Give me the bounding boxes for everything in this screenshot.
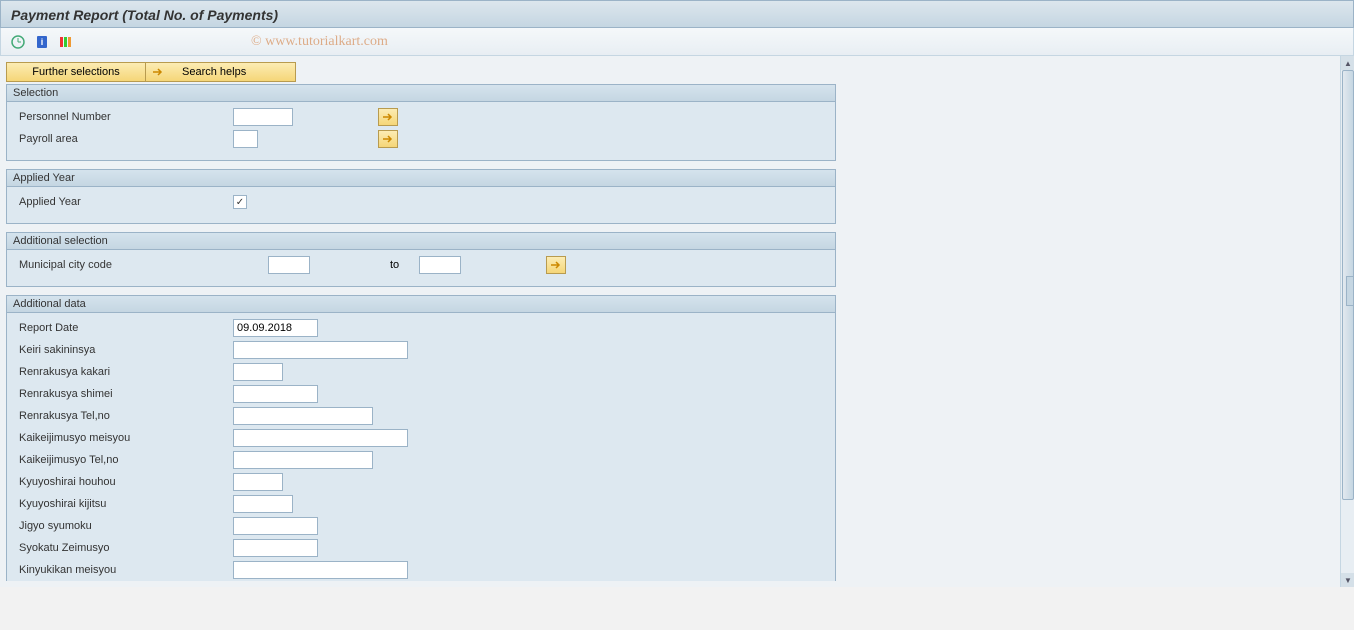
applied-year-label: Applied Year (13, 196, 233, 208)
field-label: Kaikeijimusyo Tel,no (13, 454, 233, 466)
applied-year-group-title: Applied Year (7, 170, 835, 187)
arrow-right-icon (152, 67, 164, 77)
splitter-grip-icon[interactable] (1346, 276, 1354, 306)
arrow-right-icon (382, 112, 394, 122)
personnel-number-label: Personnel Number (13, 111, 233, 123)
municipal-city-code-label: Municipal city code (13, 259, 268, 271)
form-row: Kaikeijimusyo Tel,no (13, 449, 829, 471)
search-helps-label: Search helps (182, 66, 246, 78)
field-label: Renrakusya kakari (13, 366, 233, 378)
vertical-scrollbar[interactable]: ▲ ▼ (1340, 56, 1354, 587)
field-input[interactable] (233, 539, 318, 557)
form-row: Keiri sakininsya (13, 339, 829, 361)
search-helps-button[interactable]: Search helps (146, 62, 296, 82)
info-icon[interactable]: i (33, 33, 51, 51)
form-row: Jigyo syumoku (13, 515, 829, 537)
svg-text:i: i (41, 37, 44, 47)
field-input[interactable] (233, 363, 283, 381)
field-label: Kaikeijimusyo meisyou (13, 432, 233, 444)
application-toolbar: Further selections Search helps (6, 62, 1334, 82)
additional-selection-group: Additional selection Municipal city code… (6, 232, 836, 287)
additional-data-group: Additional data Report Date Keiri sakinin… (6, 295, 836, 581)
field-input[interactable] (233, 341, 408, 359)
field-input[interactable] (233, 385, 318, 403)
form-row: Kyuyoshirai houhou (13, 471, 829, 493)
content-area: Further selections Search helps Selectio… (0, 56, 1340, 587)
arrow-right-icon (550, 260, 562, 270)
municipal-city-code-multiple-button[interactable] (546, 256, 566, 274)
form-row: Renrakusya shimei (13, 383, 829, 405)
field-label: Report Date (13, 322, 233, 334)
selection-group-title: Selection (7, 85, 835, 102)
field-label: Kinyukikan meisyou (13, 564, 233, 576)
further-selections-label: Further selections (32, 66, 119, 78)
field-label: Renrakusya shimei (13, 388, 233, 400)
field-input[interactable] (233, 429, 408, 447)
additional-selection-group-title: Additional selection (7, 233, 835, 250)
further-selections-button[interactable]: Further selections (6, 62, 146, 82)
field-input[interactable] (233, 451, 373, 469)
field-input[interactable] (233, 319, 318, 337)
field-label: Kyuyoshirai kijitsu (13, 498, 233, 510)
field-label: Jigyo syumoku (13, 520, 233, 532)
field-label: Kyuyoshirai houhou (13, 476, 233, 488)
form-row: Kaikeijimusyo meisyou (13, 427, 829, 449)
page-title: Payment Report (Total No. of Payments) (11, 7, 1343, 23)
applied-year-checkbox[interactable] (233, 195, 247, 209)
field-label: Syokatu Zeimusyo (13, 542, 233, 554)
form-row: Syokatu Zeimusyo (13, 537, 829, 559)
execute-icon[interactable] (9, 33, 27, 51)
field-input[interactable] (233, 495, 293, 513)
field-label: Keiri sakininsya (13, 344, 233, 356)
personnel-number-multiple-button[interactable] (378, 108, 398, 126)
personnel-number-input[interactable] (233, 108, 293, 126)
variant-icon[interactable] (57, 33, 75, 51)
scroll-down-arrow-icon[interactable]: ▼ (1341, 573, 1354, 587)
form-row: Kyuyoshirai kijitsu (13, 493, 829, 515)
field-input[interactable] (233, 473, 283, 491)
municipal-city-code-from-input[interactable] (268, 256, 310, 274)
field-input[interactable] (233, 407, 373, 425)
municipal-city-code-to-input[interactable] (419, 256, 461, 274)
payroll-area-multiple-button[interactable] (378, 130, 398, 148)
selection-group: Selection Personnel Number Payroll area (6, 84, 836, 161)
additional-data-group-title: Additional data (7, 296, 835, 313)
form-row: Report Date (13, 317, 829, 339)
watermark-text: © www.tutorialkart.com (251, 34, 388, 50)
field-label: Renrakusya Tel,no (13, 410, 233, 422)
scroll-up-arrow-icon[interactable]: ▲ (1341, 56, 1354, 70)
payroll-area-input[interactable] (233, 130, 258, 148)
field-input[interactable] (233, 517, 318, 535)
arrow-right-icon (382, 134, 394, 144)
main-toolbar: i © www.tutorialkart.com (0, 28, 1354, 56)
form-row: Renrakusya kakari (13, 361, 829, 383)
applied-year-group: Applied Year Applied Year (6, 169, 836, 224)
to-label: to (390, 259, 399, 271)
form-row: Renrakusya Tel,no (13, 405, 829, 427)
field-input[interactable] (233, 561, 408, 579)
form-row: Kinyukikan meisyou (13, 559, 829, 581)
title-bar: Payment Report (Total No. of Payments) (0, 0, 1354, 28)
payroll-area-label: Payroll area (13, 133, 233, 145)
